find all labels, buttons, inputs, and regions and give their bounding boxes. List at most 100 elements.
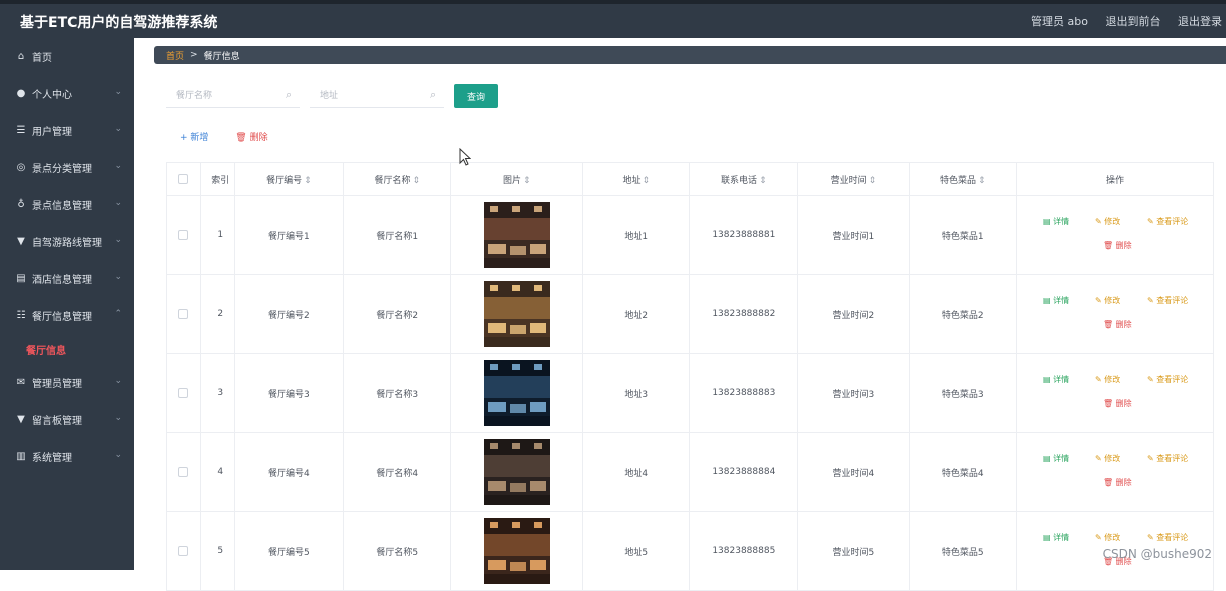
app-title: 基于ETC用户的自驾游推荐系统 <box>20 15 218 31</box>
table-row: 4 餐厅编号4 餐厅名称4 地址4 13823888884 营业时间4 特色菜品4 ▤ 详情 ✎… <box>166 432 1215 512</box>
pencil-icon: ✎ <box>1146 296 1154 305</box>
sort-icon: ⇕ <box>304 175 312 186</box>
sidebar-item-label: 留言板管理 <box>32 416 82 427</box>
column-header[interactable]: 营业时间 ⇕ <box>797 162 910 196</box>
add-button[interactable]: + 新增 <box>180 133 208 143</box>
sidebar-subitem-restaurant-info[interactable]: 餐厅信息 <box>0 334 134 364</box>
address-cell: 地址2 <box>582 274 691 354</box>
row-checkbox[interactable] <box>178 308 189 319</box>
phone-cell: 13823888883 <box>689 353 799 433</box>
detail-button[interactable]: ▤ 详情 <box>1043 453 1069 464</box>
sidebar-item[interactable]: ▤ 酒店信息管理 ⌄ <box>0 260 134 297</box>
logout-link[interactable]: 退出登录 <box>1178 15 1222 28</box>
trash-icon: ▥ <box>16 451 26 462</box>
detail-label: 详情 <box>1053 533 1070 542</box>
trash-icon: 🗑 <box>1102 478 1114 487</box>
sidebar-item[interactable]: ▼ 留言板管理 ⌄ <box>0 401 134 438</box>
watermark: CSDN @bushe902 <box>1102 547 1212 561</box>
delete-button[interactable]: 🗑 删除 <box>1103 240 1132 251</box>
sidebar-item[interactable]: ◎ 景点分类管理 ⌄ <box>0 149 134 186</box>
detail-button[interactable]: ▤ 详情 <box>1043 374 1069 385</box>
detail-button[interactable]: ▤ 详情 <box>1043 532 1069 543</box>
select-all-checkbox[interactable] <box>178 173 189 184</box>
detail-button[interactable]: ▤ 详情 <box>1043 295 1069 306</box>
index-cell: 3 <box>200 353 235 433</box>
edit-button[interactable]: ✎ 修改 <box>1095 374 1120 385</box>
sidebar-item[interactable]: ▥ 系统管理 ⌄ <box>0 438 134 475</box>
phone-cell: 13823888884 <box>689 432 799 512</box>
sidebar-item[interactable]: ☷ 餐厅信息管理 ⌃ <box>0 297 134 334</box>
column-header-label: 餐厅编号 <box>266 175 303 186</box>
address-input[interactable] <box>310 84 444 108</box>
row-checkbox[interactable] <box>178 466 189 477</box>
column-header[interactable]: 餐厅编号 ⇕ <box>234 162 345 196</box>
row-checkbox[interactable] <box>178 545 189 556</box>
detail-label: 详情 <box>1053 375 1070 384</box>
view-reviews-button[interactable]: ✎ 查看评论 <box>1147 295 1188 306</box>
query-button[interactable]: 查询 <box>454 84 498 108</box>
edit-button[interactable]: ✎ 修改 <box>1095 216 1120 227</box>
sidebar-item[interactable]: ♁ 景点信息管理 ⌄ <box>0 186 134 223</box>
dish-cell: 特色菜品2 <box>909 274 1017 354</box>
image-cell <box>450 274 584 354</box>
sidebar-item[interactable]: ● 个人中心 ⌄ <box>0 75 134 112</box>
restaurant-photo <box>483 360 550 426</box>
list-icon: ☰ <box>16 125 26 136</box>
delete-button[interactable]: 🗑 删除 <box>1103 319 1132 330</box>
hours-cell: 营业时间1 <box>797 195 910 275</box>
edit-button[interactable]: ✎ 修改 <box>1095 295 1120 306</box>
view-reviews-button[interactable]: ✎ 查看评论 <box>1147 216 1188 227</box>
exit-to-front-link[interactable]: 退出到前台 <box>1106 15 1161 28</box>
pencil-icon: ✎ <box>1146 375 1154 384</box>
delete-button[interactable]: 🗑 删除 <box>1103 477 1132 488</box>
main-content: 首页 > 餐厅信息 ⌕ ⌕ 查询 + 新增 🗑 删除 索引餐厅编号⇕餐厅名称⇕图… <box>134 38 1226 591</box>
edit-button[interactable]: ✎ 修改 <box>1095 453 1120 464</box>
sidebar-item[interactable]: ▼ 自驾游路线管理 ⌄ <box>0 223 134 260</box>
chevron-icon: ⌄ <box>114 272 122 282</box>
chevron-icon: ⌄ <box>114 235 122 245</box>
sidebar-item[interactable]: ✉ 管理员管理 ⌄ <box>0 364 134 401</box>
breadcrumb-home-link[interactable]: 首页 <box>166 49 184 62</box>
column-header[interactable]: 地址 ⇕ <box>582 162 691 196</box>
pencil-icon: ✎ <box>1094 217 1102 226</box>
column-header[interactable]: 餐厅名称 ⇕ <box>343 162 452 196</box>
delete-button[interactable]: 🗑 删除 <box>1103 398 1132 409</box>
row-checkbox[interactable] <box>178 229 189 240</box>
trash-icon: 🗑 <box>1102 320 1114 329</box>
view-reviews-button[interactable]: ✎ 查看评论 <box>1147 532 1188 543</box>
view-reviews-label: 查看评论 <box>1156 454 1189 463</box>
hours-cell: 营业时间3 <box>797 353 910 433</box>
pencil-icon: ✎ <box>1094 375 1102 384</box>
column-header-label: 地址 <box>622 175 641 186</box>
edit-button[interactable]: ✎ 修改 <box>1095 532 1120 543</box>
top-bar: 基于ETC用户的自驾游推荐系统 管理员 abo 退出到前台 退出登录 <box>0 0 1226 38</box>
name-cell: 餐厅名称2 <box>343 274 452 354</box>
sidebar-item[interactable]: ⌂ 首页 <box>0 38 134 75</box>
actions-row: + 新增 🗑 删除 <box>180 130 268 143</box>
phone-cell: 13823888881 <box>689 195 799 275</box>
batch-delete-button[interactable]: 🗑 删除 <box>235 133 267 143</box>
sidebar-item-label: 酒店信息管理 <box>32 275 92 286</box>
image-cell <box>450 511 584 591</box>
column-header[interactable]: 特色菜品 ⇕ <box>909 162 1017 196</box>
column-header[interactable]: 图片 ⇕ <box>450 162 584 196</box>
restaurant-name-input[interactable] <box>166 84 300 108</box>
code-cell: 餐厅编号3 <box>234 353 345 433</box>
operations-cell: ▤ 详情 ✎ 修改 ✎ 查看评论 🗑 删除 <box>1016 353 1215 433</box>
dish-cell: 特色菜品3 <box>909 353 1017 433</box>
column-header[interactable]: 联系电话 ⇕ <box>689 162 799 196</box>
image-cell <box>450 432 584 512</box>
edit-label: 修改 <box>1104 454 1121 463</box>
column-header-label: 操作 <box>1105 175 1124 186</box>
detail-button[interactable]: ▤ 详情 <box>1043 216 1069 227</box>
trash-icon: 🗑 <box>1102 241 1114 250</box>
table-row: 1 餐厅编号1 餐厅名称1 地址1 13823888881 营业时间1 特色菜品1 ▤ 详情 ✎… <box>166 195 1215 275</box>
trash-icon: 🗑 <box>1102 399 1114 408</box>
sidebar-item[interactable]: ☰ 用户管理 ⌄ <box>0 112 134 149</box>
delete-label: 删除 <box>1115 478 1132 487</box>
view-reviews-button[interactable]: ✎ 查看评论 <box>1147 374 1188 385</box>
row-checkbox[interactable] <box>178 387 189 398</box>
view-reviews-button[interactable]: ✎ 查看评论 <box>1147 453 1188 464</box>
chevron-icon: ⌄ <box>114 198 122 208</box>
compass-icon: ◎ <box>16 162 26 173</box>
